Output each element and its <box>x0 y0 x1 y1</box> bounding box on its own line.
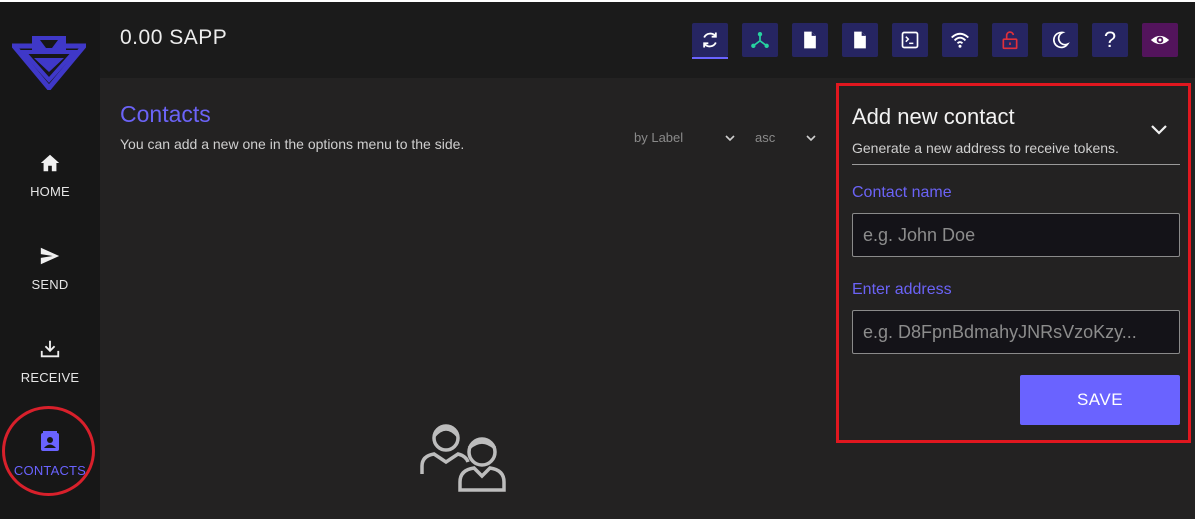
chevron-down-icon[interactable] <box>806 133 816 143</box>
help-button[interactable]: ? <box>1092 23 1128 57</box>
document-icon <box>804 31 816 49</box>
top-bar: 0.00 SAPP ? <box>100 2 1195 78</box>
balance: 0.00 SAPP <box>120 26 228 49</box>
app-window: HOME SEND RECEIVE CONTACTS 0.00 SAPP ? C… <box>0 2 1195 519</box>
home-icon <box>0 152 100 178</box>
wifi-button[interactable] <box>942 23 978 57</box>
document-button[interactable] <box>792 23 828 57</box>
sidebar-item-label: SEND <box>31 277 69 292</box>
contact-name-label: Contact name <box>852 184 952 201</box>
chevron-down-icon[interactable] <box>725 133 735 143</box>
panel-subtitle: Generate a new address to receive tokens… <box>852 140 1119 156</box>
refresh-icon <box>703 32 717 48</box>
sort-by-select[interactable]: by Label <box>634 130 683 145</box>
sidebar-item-send[interactable]: SEND <box>0 245 100 315</box>
sidebar: HOME SEND RECEIVE CONTACTS <box>0 2 100 519</box>
moon-icon <box>1053 31 1070 49</box>
panel-title: Add new contact <box>852 104 1015 129</box>
contact-name-field[interactable] <box>852 213 1180 257</box>
address-field[interactable] <box>852 310 1180 354</box>
document-button-2[interactable] <box>842 23 878 57</box>
sidebar-item-home[interactable]: HOME <box>0 152 100 222</box>
eye-button[interactable] <box>1142 23 1178 57</box>
page-title: Contacts <box>120 101 211 127</box>
unlock-icon <box>1002 31 1018 50</box>
send-icon <box>0 245 100 271</box>
refresh-button[interactable] <box>692 23 728 59</box>
theme-button[interactable] <box>1042 23 1078 57</box>
empty-contacts-icon <box>420 424 506 492</box>
highlight-circle <box>2 406 95 496</box>
add-contact-panel: Add new contact Generate a new address t… <box>836 83 1191 443</box>
download-icon <box>0 338 100 364</box>
divider <box>852 164 1180 165</box>
terminal-button[interactable] <box>892 23 928 57</box>
chevron-down-icon[interactable] <box>1150 122 1168 136</box>
page-subtitle: You can add a new one in the options men… <box>120 136 465 152</box>
eye-icon <box>1150 35 1170 45</box>
sidebar-item-receive[interactable]: RECEIVE <box>0 338 100 408</box>
logo <box>8 32 90 92</box>
network-icon <box>751 32 769 48</box>
unlock-button[interactable] <box>992 23 1028 57</box>
save-button[interactable]: SAVE <box>1020 375 1180 425</box>
wifi-icon <box>951 32 969 48</box>
network-button[interactable] <box>742 23 778 57</box>
terminal-icon <box>901 31 919 49</box>
address-label: Enter address <box>852 281 952 298</box>
document-icon <box>854 31 866 49</box>
help-icon: ? <box>1103 27 1117 52</box>
sidebar-item-label: HOME <box>30 184 70 199</box>
sort-order-select[interactable]: asc <box>755 130 775 145</box>
sidebar-item-label: RECEIVE <box>20 370 80 385</box>
